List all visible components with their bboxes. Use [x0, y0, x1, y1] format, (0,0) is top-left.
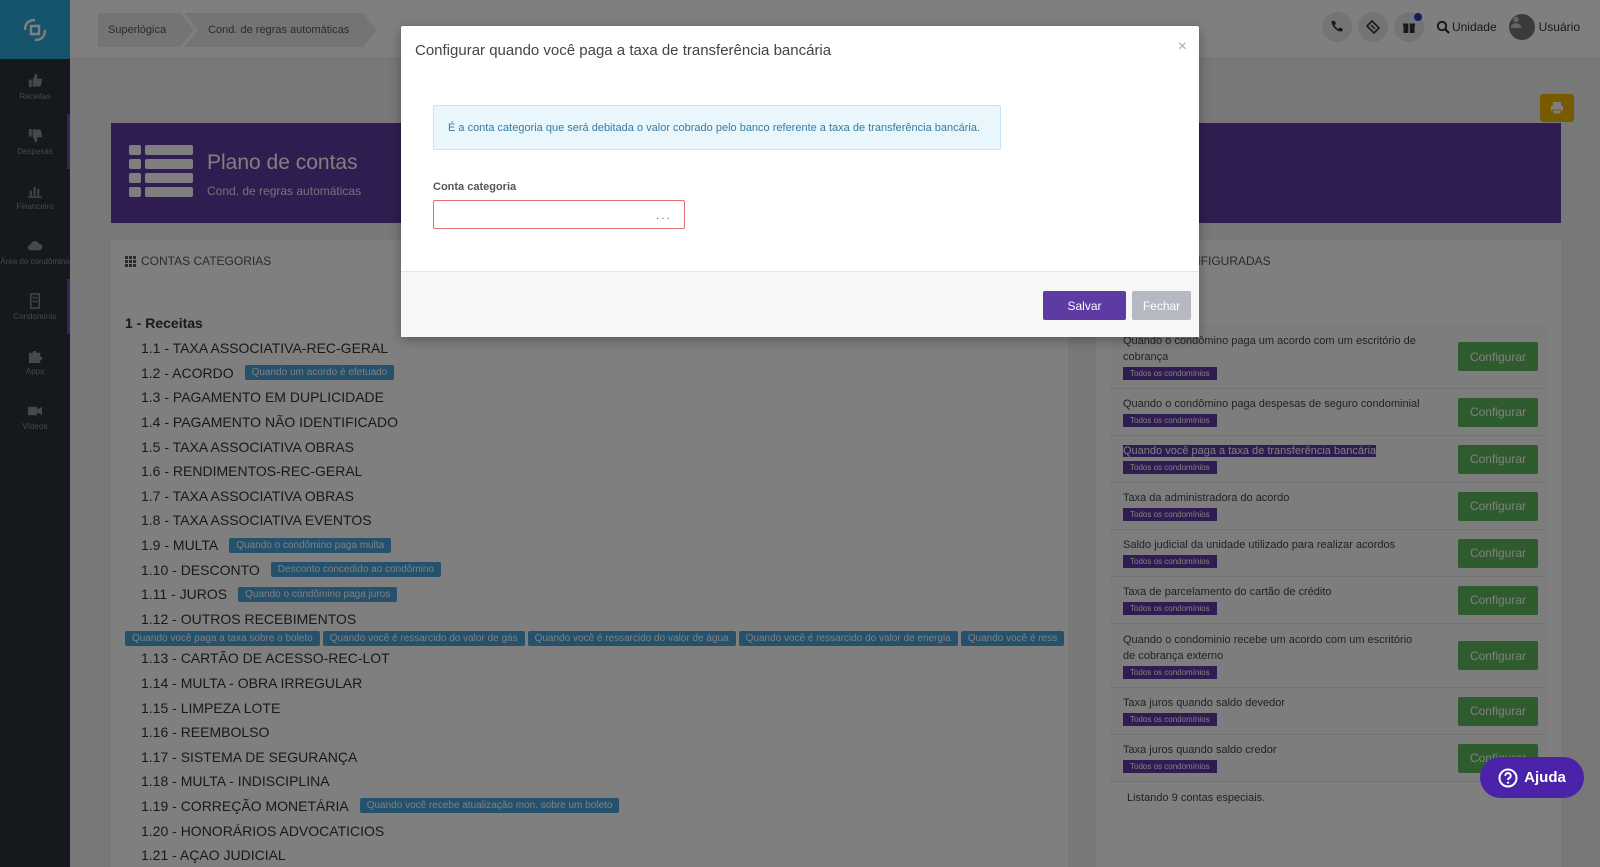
info-alert: É a conta categoria que será debitada o …: [433, 105, 1001, 150]
cancel-button[interactable]: Fechar: [1132, 291, 1191, 320]
question-circle-icon: [1498, 768, 1518, 787]
modal-footer: Salvar Fechar: [401, 271, 1199, 337]
save-button[interactable]: Salvar: [1043, 291, 1126, 320]
help-label: Ajuda: [1524, 769, 1566, 786]
configure-modal: Configurar quando você paga a taxa de tr…: [401, 26, 1199, 337]
category-account-label: Conta categoria: [433, 181, 517, 193]
help-button[interactable]: Ajuda: [1480, 757, 1584, 798]
modal-title: Configurar quando você paga a taxa de tr…: [415, 42, 832, 59]
ellipsis-icon: ...: [655, 207, 672, 222]
close-icon[interactable]: ×: [1178, 38, 1187, 56]
category-account-select[interactable]: ...: [433, 200, 685, 229]
